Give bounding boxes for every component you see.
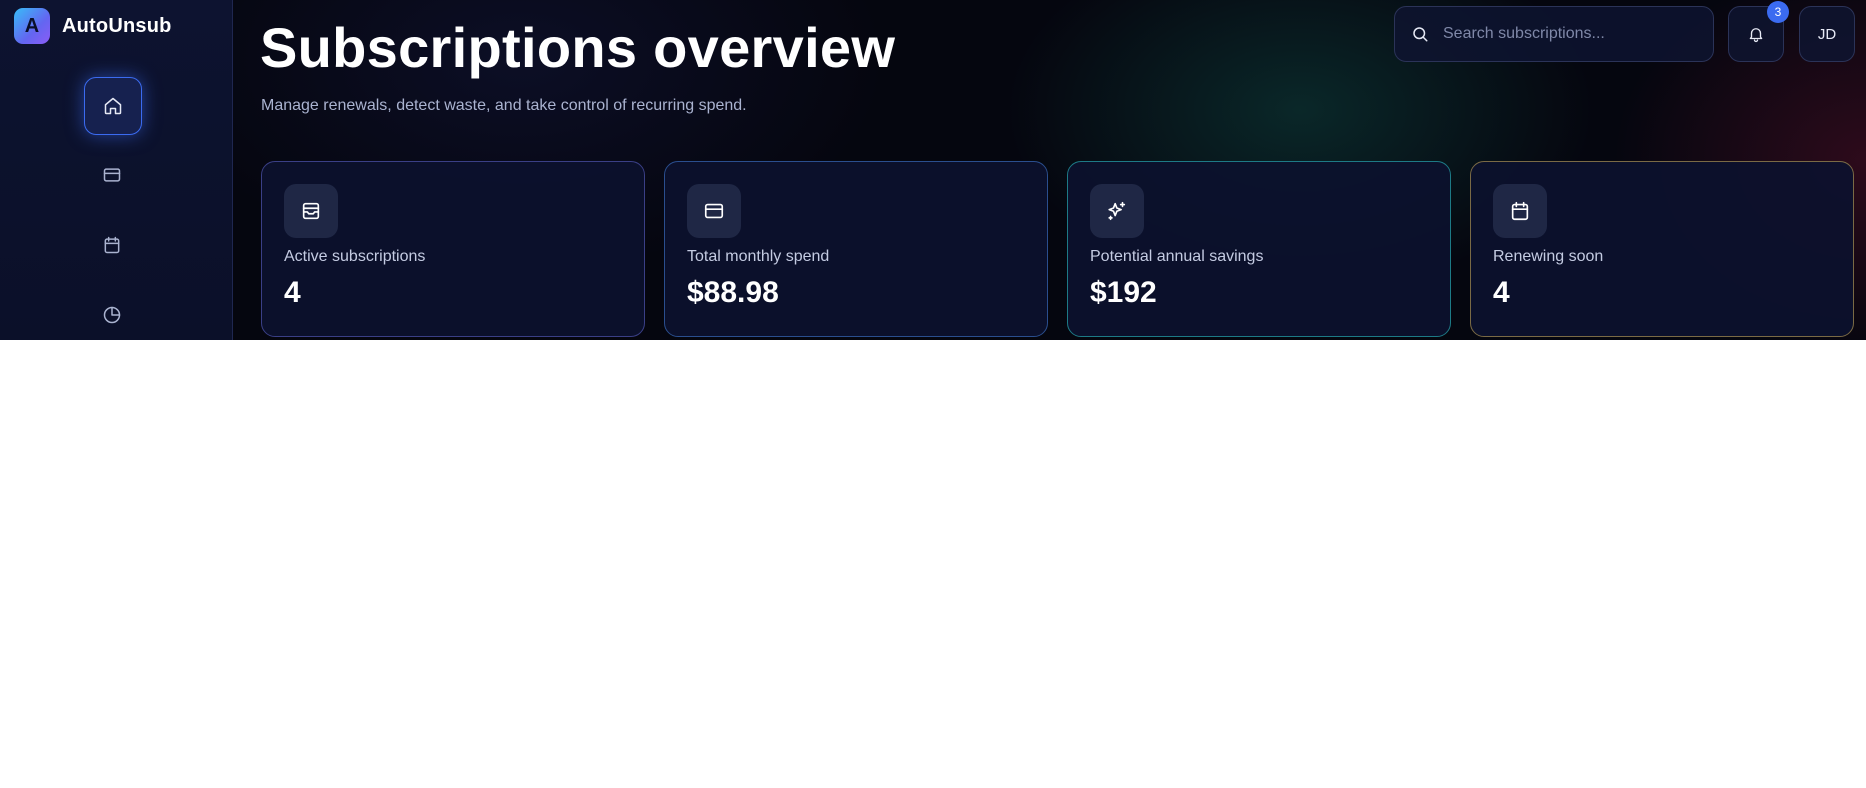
- notifications-button[interactable]: 3: [1728, 1, 1789, 62]
- brand[interactable]: A AutoUnsub: [14, 8, 172, 44]
- stat-label: Active subscriptions: [284, 248, 426, 265]
- credit-card-icon: [704, 203, 724, 219]
- card-icon-wrap: [1493, 184, 1547, 238]
- credit-card-icon: [103, 168, 121, 182]
- stat-card-annual-savings[interactable]: Potential annual savings $192: [1067, 161, 1451, 337]
- user-avatar-button[interactable]: JD: [1799, 6, 1855, 62]
- sidebar-item-calendar[interactable]: [84, 217, 140, 273]
- sidebar: A AutoUnsub: [0, 0, 233, 340]
- stat-label: Total monthly spend: [687, 248, 830, 265]
- calendar-icon: [1511, 201, 1529, 221]
- stat-value: 4: [1493, 276, 1510, 309]
- app-window: A AutoUnsub Subscriptions overview Manag…: [0, 0, 1866, 340]
- search-icon: [1413, 27, 1428, 42]
- card-icon-wrap: [284, 184, 338, 238]
- page-subtitle: Manage renewals, detect waste, and take …: [261, 97, 747, 114]
- inbox-icon: [302, 202, 320, 220]
- brand-name: AutoUnsub: [62, 14, 172, 37]
- pie-chart-icon: [103, 306, 121, 324]
- card-icon-wrap: [687, 184, 741, 238]
- stat-label: Potential annual savings: [1090, 248, 1264, 265]
- home-icon: [104, 97, 122, 115]
- stat-value: $88.98: [687, 276, 779, 309]
- brand-logo: A: [14, 8, 50, 44]
- search-box[interactable]: [1394, 6, 1714, 62]
- calendar-icon: [104, 236, 120, 254]
- stat-label: Renewing soon: [1493, 248, 1604, 265]
- stat-value: $192: [1090, 276, 1157, 309]
- sidebar-item-payments[interactable]: [84, 147, 140, 203]
- stat-card-monthly-spend[interactable]: Total monthly spend $88.98: [664, 161, 1048, 337]
- sidebar-item-analytics[interactable]: [84, 287, 140, 340]
- search-input[interactable]: [1441, 24, 1713, 44]
- page-title: Subscriptions overview: [260, 16, 896, 79]
- bell-icon: [1749, 28, 1763, 43]
- card-icon-wrap: [1090, 184, 1144, 238]
- sidebar-item-home[interactable]: [84, 77, 142, 135]
- sparkles-icon: [1108, 201, 1126, 221]
- stat-value: 4: [284, 276, 301, 309]
- stat-card-active-subscriptions[interactable]: Active subscriptions 4: [261, 161, 645, 337]
- notification-count-badge: 3: [1767, 1, 1789, 23]
- stat-card-renewing-soon[interactable]: Renewing soon 4: [1470, 161, 1854, 337]
- avatar-initials: JD: [1817, 25, 1837, 43]
